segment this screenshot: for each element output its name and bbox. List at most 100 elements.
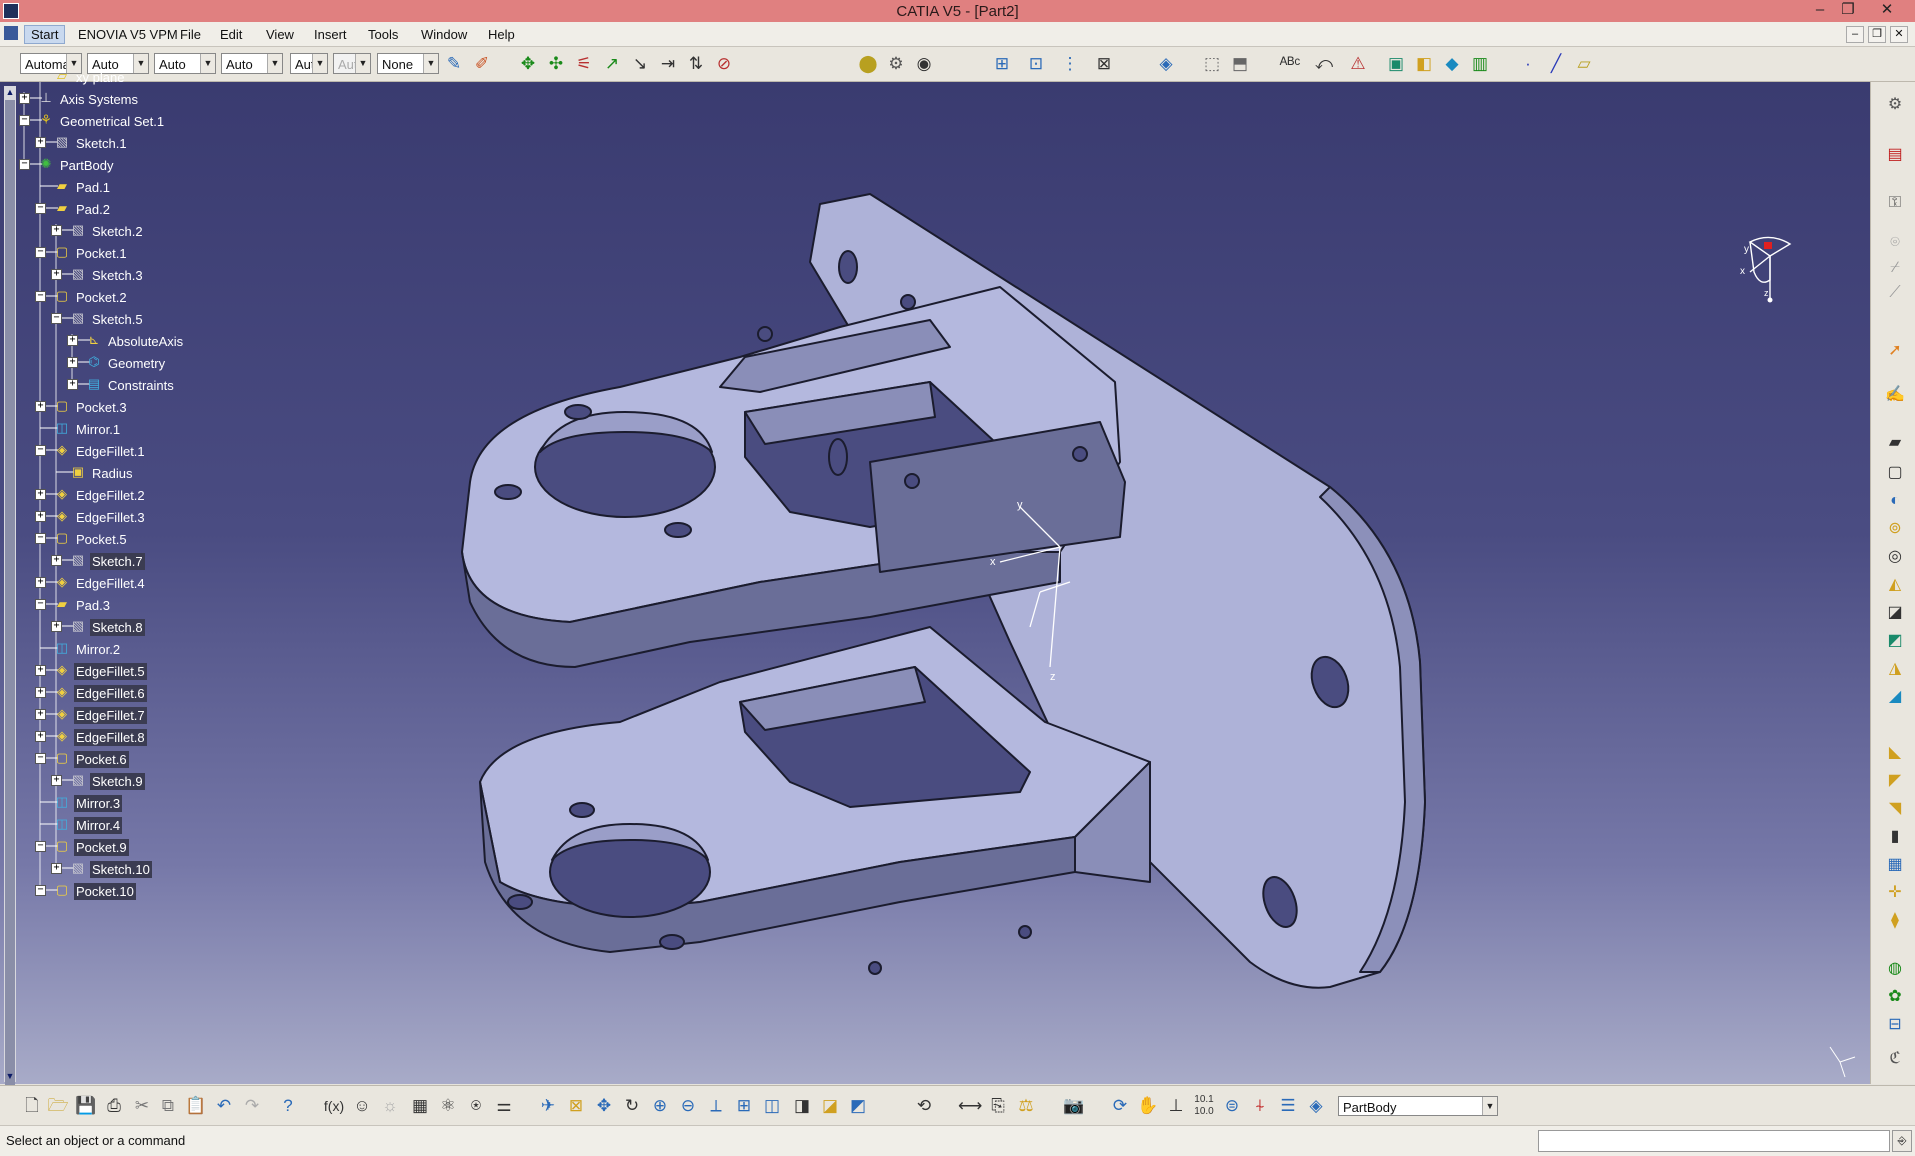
zoom-out-icon[interactable]: ⊖ — [676, 1094, 700, 1118]
tree-node-xy-plane[interactable]: ▱ xy plane — [14, 66, 314, 88]
dimension-icon[interactable]: ⚠ — [1346, 52, 1370, 76]
collapse-icon[interactable]: − — [19, 159, 30, 170]
arrow-icon[interactable]: ↘ — [628, 52, 652, 76]
tree-node-label[interactable]: AbsoluteAxis — [106, 333, 185, 350]
body-icon[interactable]: ◈ — [1304, 1094, 1328, 1118]
menu-window[interactable]: Window — [421, 27, 467, 42]
measure-item-icon[interactable]: ⎘ — [986, 1094, 1010, 1118]
tree-node-label[interactable]: EdgeFillet.6 — [74, 685, 147, 702]
menu-view[interactable]: View — [266, 27, 294, 42]
tree-node-label[interactable]: EdgeFillet.5 — [74, 663, 147, 680]
expand-icon[interactable]: + — [35, 489, 46, 500]
tree-node-mirror-3[interactable]: ◫ Mirror.3 — [14, 792, 314, 814]
loft-tool-icon[interactable]: ◮ — [1883, 658, 1907, 680]
rib-tool-icon[interactable]: ◭ — [1883, 574, 1907, 596]
fillet-tool-icon[interactable]: ◢ — [1883, 686, 1907, 708]
surface-icon[interactable]: ◧ — [1412, 52, 1436, 76]
command-input[interactable] — [1538, 1130, 1890, 1152]
close-button[interactable]: ✕ — [1864, 0, 1910, 22]
mirror-icon[interactable]: ◫ — [54, 420, 70, 436]
tree-node-label[interactable]: EdgeFillet.4 — [74, 575, 147, 592]
tree-node-partbody[interactable]: − ✺ PartBody — [14, 154, 314, 176]
collapse-icon[interactable]: − — [35, 445, 46, 456]
plane-icon[interactable]: ▱ — [54, 68, 70, 84]
tree-node-absoluteaxis[interactable]: + ⊾ AbsoluteAxis — [14, 330, 314, 352]
expand-icon[interactable]: + — [35, 577, 46, 588]
book-icon[interactable]: ▥ — [1468, 52, 1492, 76]
pocket-icon[interactable]: ▢ — [54, 882, 70, 898]
stiffener-tool-icon[interactable]: ◩ — [1883, 630, 1907, 652]
collapse-icon[interactable]: − — [35, 599, 46, 610]
edge-fillet-icon[interactable]: ◈ — [54, 508, 70, 524]
expand-icon[interactable]: + — [19, 93, 30, 104]
layer-view-icon[interactable]: ◈ — [1154, 52, 1178, 76]
bolt-icon[interactable]: ⚿ — [1883, 192, 1907, 214]
tree-node-sketch-10[interactable]: + ▧ Sketch.10 — [14, 858, 314, 880]
tree-node-radius[interactable]: ▣ Radius — [14, 462, 314, 484]
tree-node-label[interactable]: EdgeFillet.1 — [74, 443, 147, 460]
tree-node-pocket-2[interactable]: − ▢ Pocket.2 — [14, 286, 314, 308]
draft-tool-icon[interactable]: ◤ — [1883, 770, 1907, 792]
mirror-icon[interactable]: ◫ — [54, 640, 70, 656]
tree-node-label[interactable]: Mirror.3 — [74, 795, 123, 812]
scale-icon[interactable]: ⇥ — [656, 52, 680, 76]
manipulate-icon[interactable]: ↗ — [600, 52, 624, 76]
absolute-axis-icon[interactable]: ⊾ — [86, 332, 102, 348]
geometrical-set-icon[interactable]: ⚘ — [38, 112, 54, 128]
expand-icon[interactable]: + — [51, 863, 62, 874]
tree-node-axis-systems[interactable]: + ⊥ Axis Systems — [14, 88, 314, 110]
constraints-icon[interactable]: ▤ — [86, 376, 102, 392]
collapse-icon[interactable]: − — [35, 753, 46, 764]
compass-snap-icon[interactable]: ⊡ — [1024, 52, 1048, 76]
tree-node-geometry[interactable]: + ⌬ Geometry — [14, 352, 314, 374]
tree-node-label[interactable]: Geometry — [106, 355, 167, 372]
tree-node-mirror-1[interactable]: ◫ Mirror.1 — [14, 418, 314, 440]
new-file-icon[interactable]: 🗋 — [20, 1094, 44, 1118]
expand-icon[interactable]: + — [35, 731, 46, 742]
tree-node-label[interactable]: Pocket.6 — [74, 751, 129, 768]
zoom-in-icon[interactable]: ⊕ — [648, 1094, 672, 1118]
swap-icon[interactable]: ⟳ — [1108, 1094, 1132, 1118]
gear-icon[interactable]: ⚙ — [884, 52, 908, 76]
collapse-icon[interactable]: − — [35, 203, 46, 214]
tree-node-sketch-7[interactable]: + ▧ Sketch.7 — [14, 550, 314, 572]
tree-node-label[interactable]: xy plane — [74, 69, 126, 86]
fly-icon[interactable]: ✈ — [536, 1094, 560, 1118]
paste-icon[interactable]: 📋 — [184, 1094, 208, 1118]
grid-icon[interactable]: ⋮ — [1058, 52, 1082, 76]
tree-node-label[interactable]: Pocket.2 — [74, 289, 129, 306]
save-icon[interactable]: 💾 — [74, 1094, 98, 1118]
partbody-icon[interactable]: ✺ — [38, 156, 54, 172]
tree-node-sketch-3[interactable]: + ▧ Sketch.3 — [14, 264, 314, 286]
tree-node-label[interactable]: Sketch.1 — [74, 135, 129, 152]
table-icon[interactable]: ▦ — [408, 1094, 432, 1118]
tree-node-label[interactable]: Pocket.9 — [74, 839, 129, 856]
knowledge-icon[interactable]: ☺ — [350, 1094, 374, 1118]
slot-tool-icon[interactable]: ◪ — [1883, 602, 1907, 624]
analysis-tool-icon[interactable]: ⊟ — [1883, 1014, 1907, 1036]
cut-icon[interactable]: ✂ — [130, 1094, 154, 1118]
radius-icon[interactable]: ▣ — [70, 464, 86, 480]
units-icon[interactable]: 10.1 10.0 — [1192, 1094, 1216, 1118]
tree-node-pad-2[interactable]: − ▰ Pad.2 — [14, 198, 314, 220]
tree-node-pocket-5[interactable]: − ▢ Pocket.5 — [14, 528, 314, 550]
document-icon[interactable] — [4, 26, 18, 40]
tree-node-edgefillet-7[interactable]: + ◈ EdgeFillet.7 — [14, 704, 314, 726]
mirror-tool-icon[interactable]: ⧫ — [1883, 910, 1907, 932]
swap-visible-icon[interactable]: ◩ — [846, 1094, 870, 1118]
expand-icon[interactable]: + — [51, 621, 62, 632]
mirror-icon[interactable]: ◫ — [54, 816, 70, 832]
move-icon[interactable]: ✥ — [516, 52, 540, 76]
globe-tool-icon[interactable]: ◍ — [1883, 958, 1907, 980]
collapse-icon[interactable]: − — [35, 885, 46, 896]
expand-icon[interactable]: + — [51, 775, 62, 786]
edge-fillet-icon[interactable]: ◈ — [54, 662, 70, 678]
measure-between-icon[interactable]: ⟷ — [958, 1094, 982, 1118]
expand-icon[interactable]: + — [35, 709, 46, 720]
options-gear-icon[interactable]: ⚙ — [1883, 94, 1907, 116]
axis-icon[interactable]: ⊥ — [38, 90, 54, 106]
tree-node-label[interactable]: Mirror.2 — [74, 641, 122, 658]
fit-all-icon[interactable]: ⊠ — [1092, 52, 1116, 76]
select-arrow-icon[interactable]: ➚ — [1883, 340, 1907, 362]
copy-icon[interactable]: ⧉ — [156, 1094, 180, 1118]
